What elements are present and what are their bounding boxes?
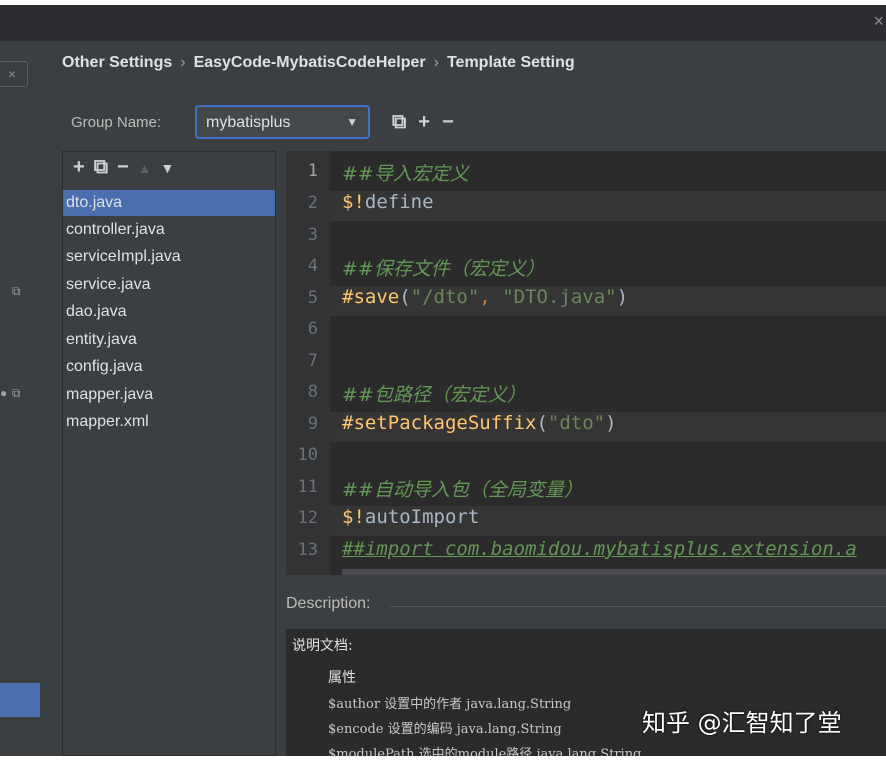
line-number: 1 [307,161,318,181]
description-line: $modulePath 选中的module路径 java.lang.String [328,747,642,756]
copy-icon[interactable]: ⧉ [392,111,406,133]
line-number: 2 [307,193,318,213]
list-item[interactable]: mapper.xml [63,409,275,435]
copy-icon: ⧉ [12,284,21,298]
divider [390,606,886,607]
selected-tree-item[interactable] [0,683,40,717]
group-name-label: Group Name: [71,114,162,131]
code-token: #setPackageSuffix [342,412,537,434]
code-line: #save("/dto", "DTO.java") [342,286,628,308]
minus-icon[interactable]: − [442,111,454,133]
template-list-toolbar: + ⧉ − ▲ ▼ [73,156,183,179]
settings-tree-edge: × ⧉ ● ⧉ [0,41,40,756]
code-token: ) [605,412,617,434]
line-number: 8 [307,382,318,402]
watermark: 知乎 @汇智知了堂 [642,709,842,737]
code-editor[interactable]: 1 2 3 4 5 6 7 8 9 10 11 12 13 ##导入宏定义 $!… [286,151,886,575]
clear-search-button[interactable]: × [0,61,28,87]
description-title: 说明文档: [292,638,353,654]
chevron-right-icon: › [180,54,186,71]
code-token: "/dto" [410,286,480,308]
code-line: ##导入宏定义 [342,163,469,185]
list-item[interactable]: mapper.java [63,382,275,408]
list-item[interactable]: serviceImpl.java [63,244,275,270]
line-number: 6 [307,319,318,339]
code-token: ) [616,286,629,308]
line-number: 9 [307,414,318,434]
chevron-down-icon: ▼ [346,115,358,129]
breadcrumb: Other Settings › EasyCode-MybatisCodeHelpe… [62,54,575,72]
code-token: , [479,286,503,308]
code-token: ( [399,286,411,308]
up-arrow-icon[interactable]: ▲ [138,160,152,176]
close-icon[interactable]: × [873,11,884,31]
copy-icon[interactable]: ⧉ [94,156,108,178]
line-number-gutter: 1 2 3 4 5 6 7 8 9 10 11 12 13 [286,151,330,575]
description-line: $encode 设置的编码 java.lang.String [328,722,562,737]
code-line: ##保存文件（宏定义） [342,258,545,280]
code-line: ##import com.baomidou.mybatisplus.extens… [342,538,857,560]
line-number: 5 [307,288,318,308]
line-number: 12 [297,508,318,528]
minus-icon[interactable]: − [117,156,129,178]
plus-icon[interactable]: + [73,156,85,178]
description-heading: 属性 [328,670,356,686]
list-item[interactable]: entity.java [63,327,275,353]
circle-icon: ● [0,386,8,400]
code-token: #save [342,286,400,308]
code-token: ( [536,412,548,434]
code-token: autoImport [364,506,480,528]
list-item[interactable]: config.java [63,354,275,380]
line-number: 11 [297,477,318,497]
code-line: ##自动导入包（全局变量） [342,479,583,501]
group-toolbar: ⧉ + − [392,111,466,134]
list-item[interactable]: dto.java [63,190,275,216]
description-line: $author 设置中的作者 java.lang.String [328,697,572,712]
plus-icon[interactable]: + [418,111,430,133]
line-number: 4 [307,256,318,276]
chevron-right-icon: › [433,54,439,71]
list-item[interactable]: controller.java [63,217,275,243]
line-number: 10 [297,445,318,465]
settings-dialog: × × ⧉ ● ⧉ Other Settings › EasyCode-Mybati… [0,5,886,756]
code-line: $!autoImport [342,506,479,528]
description-label: Description: [286,595,371,612]
horizontal-scrollbar[interactable] [342,569,886,575]
code-token: $! [342,191,365,213]
breadcrumb-item: Template Setting [446,54,575,71]
title-bar: × [0,5,886,41]
line-number: 7 [307,351,318,371]
group-name-value: mybatisplus [206,114,291,131]
code-token: "dto" [547,412,606,434]
code-token: "DTO.java" [502,286,617,308]
code-line: ##包路径（宏定义） [342,384,526,406]
list-item[interactable]: dao.java [63,299,275,325]
breadcrumb-item[interactable]: Other Settings [62,54,172,71]
code-token: $! [342,506,365,528]
breadcrumb-item[interactable]: EasyCode-MybatisCodeHelper [194,54,426,71]
group-name-select[interactable]: mybatisplus ▼ [195,105,370,139]
line-number: 3 [307,225,318,245]
code-token: define [364,191,434,213]
copy-icon: ⧉ [12,386,21,400]
settings-content: Other Settings › EasyCode-MybatisCodeHelpe… [40,41,886,756]
line-number: 13 [297,540,318,560]
code-line: #setPackageSuffix("dto") [342,412,617,434]
down-arrow-icon[interactable]: ▼ [161,160,175,176]
code-line: $!define [342,191,434,213]
template-list-panel: + ⧉ − ▲ ▼ dto.java controller.java serviceIm… [62,151,276,756]
list-item[interactable]: service.java [63,272,275,298]
